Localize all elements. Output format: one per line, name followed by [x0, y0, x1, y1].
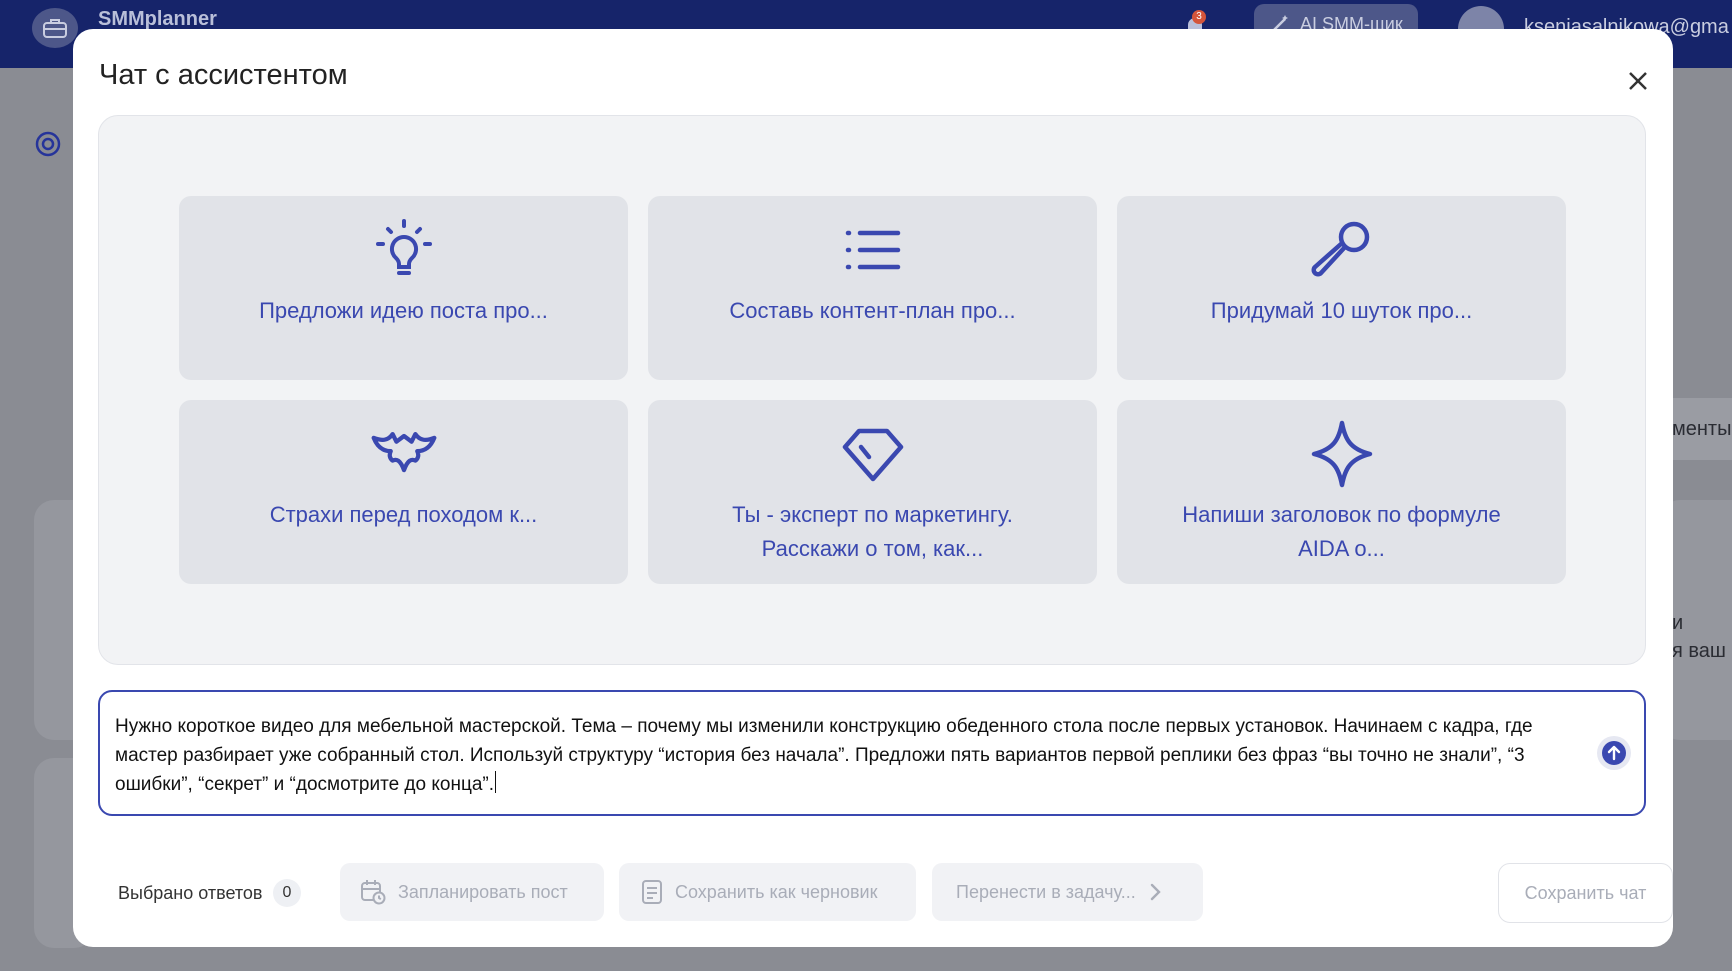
- app-name: SMMplanner: [98, 8, 217, 30]
- background-text: и: [1672, 612, 1684, 634]
- modal-title: Чат с ассистентом: [99, 59, 348, 91]
- notification-badge: 3: [1192, 10, 1206, 24]
- schedule-post-label: Запланировать пост: [398, 881, 568, 902]
- background-text: я ваш: [1672, 640, 1726, 662]
- prompt-card[interactable]: Составь контент-план про...: [648, 196, 1097, 380]
- prompt-card[interactable]: Предложи идею поста про...: [179, 196, 628, 380]
- prompt-card-label: Составь контент-план про...: [729, 298, 1016, 323]
- save-draft-button[interactable]: Сохранить как черновик: [619, 863, 916, 921]
- prompt-card-label: Предложи идею поста про...: [259, 298, 548, 323]
- move-to-task-label: Перенести в задачу...: [956, 881, 1136, 902]
- schedule-post-button[interactable]: Запланировать пост: [340, 863, 604, 921]
- prompt-card[interactable]: Ты - эксперт по маркетингу. Расскажи о т…: [648, 400, 1097, 584]
- message-input-text[interactable]: Нужно короткое видео для мебельной масте…: [115, 712, 1575, 799]
- prompt-card[interactable]: Напиши заголовок по формуле AIDA о...: [1117, 400, 1566, 584]
- briefcase-icon[interactable]: [32, 8, 78, 48]
- close-button[interactable]: [1618, 61, 1658, 101]
- message-input[interactable]: Нужно короткое видео для мебельной масте…: [98, 690, 1646, 816]
- list-icon: [837, 214, 909, 286]
- save-draft-label: Сохранить как черновик: [675, 881, 878, 902]
- prompt-card-label: Ты - эксперт по маркетингу. Расскажи о т…: [732, 502, 1013, 561]
- selected-answers-count: 0: [273, 879, 301, 907]
- prompt-card[interactable]: Придумай 10 шуток про...: [1117, 196, 1566, 380]
- openai-icon[interactable]: [32, 128, 64, 160]
- chevron-right-icon: [1150, 883, 1161, 901]
- text-caret: [495, 771, 497, 793]
- send-button[interactable]: [1597, 736, 1631, 770]
- microphone-icon: [1306, 214, 1378, 286]
- prompt-suggestions-panel: Предложи идею поста про... Составь конте…: [98, 115, 1646, 665]
- close-icon: [1629, 72, 1647, 90]
- prompt-card-label: Напиши заголовок по формуле AIDA о...: [1182, 502, 1501, 561]
- document-icon: [642, 880, 662, 904]
- selected-answers-label: Выбрано ответов: [118, 883, 263, 903]
- lightbulb-icon: [368, 214, 440, 286]
- modal-footer: Выбрано ответов 0 Запланировать пост Сох…: [98, 863, 1673, 923]
- message-input-value: Нужно короткое видео для мебельной масте…: [115, 716, 1533, 795]
- diamond-icon: [837, 418, 909, 490]
- prompt-grid: Предложи идею поста про... Составь конте…: [179, 196, 1569, 584]
- prompt-card[interactable]: Страхи перед походом к...: [179, 400, 628, 584]
- save-chat-button[interactable]: Сохранить чат: [1498, 863, 1673, 923]
- prompt-card-label: Придумай 10 шуток про...: [1210, 298, 1473, 323]
- arrow-up-icon: [1602, 741, 1626, 765]
- bat-icon: [368, 418, 440, 490]
- move-to-task-button[interactable]: Перенести в задачу...: [932, 863, 1203, 921]
- calendar-clock-icon: [361, 880, 386, 905]
- prompt-card-label: Страхи перед походом к...: [269, 502, 538, 527]
- assistant-chat-modal: Чат с ассистентом Предложи идею поста пр…: [73, 29, 1673, 947]
- sparkle-icon: [1306, 418, 1378, 490]
